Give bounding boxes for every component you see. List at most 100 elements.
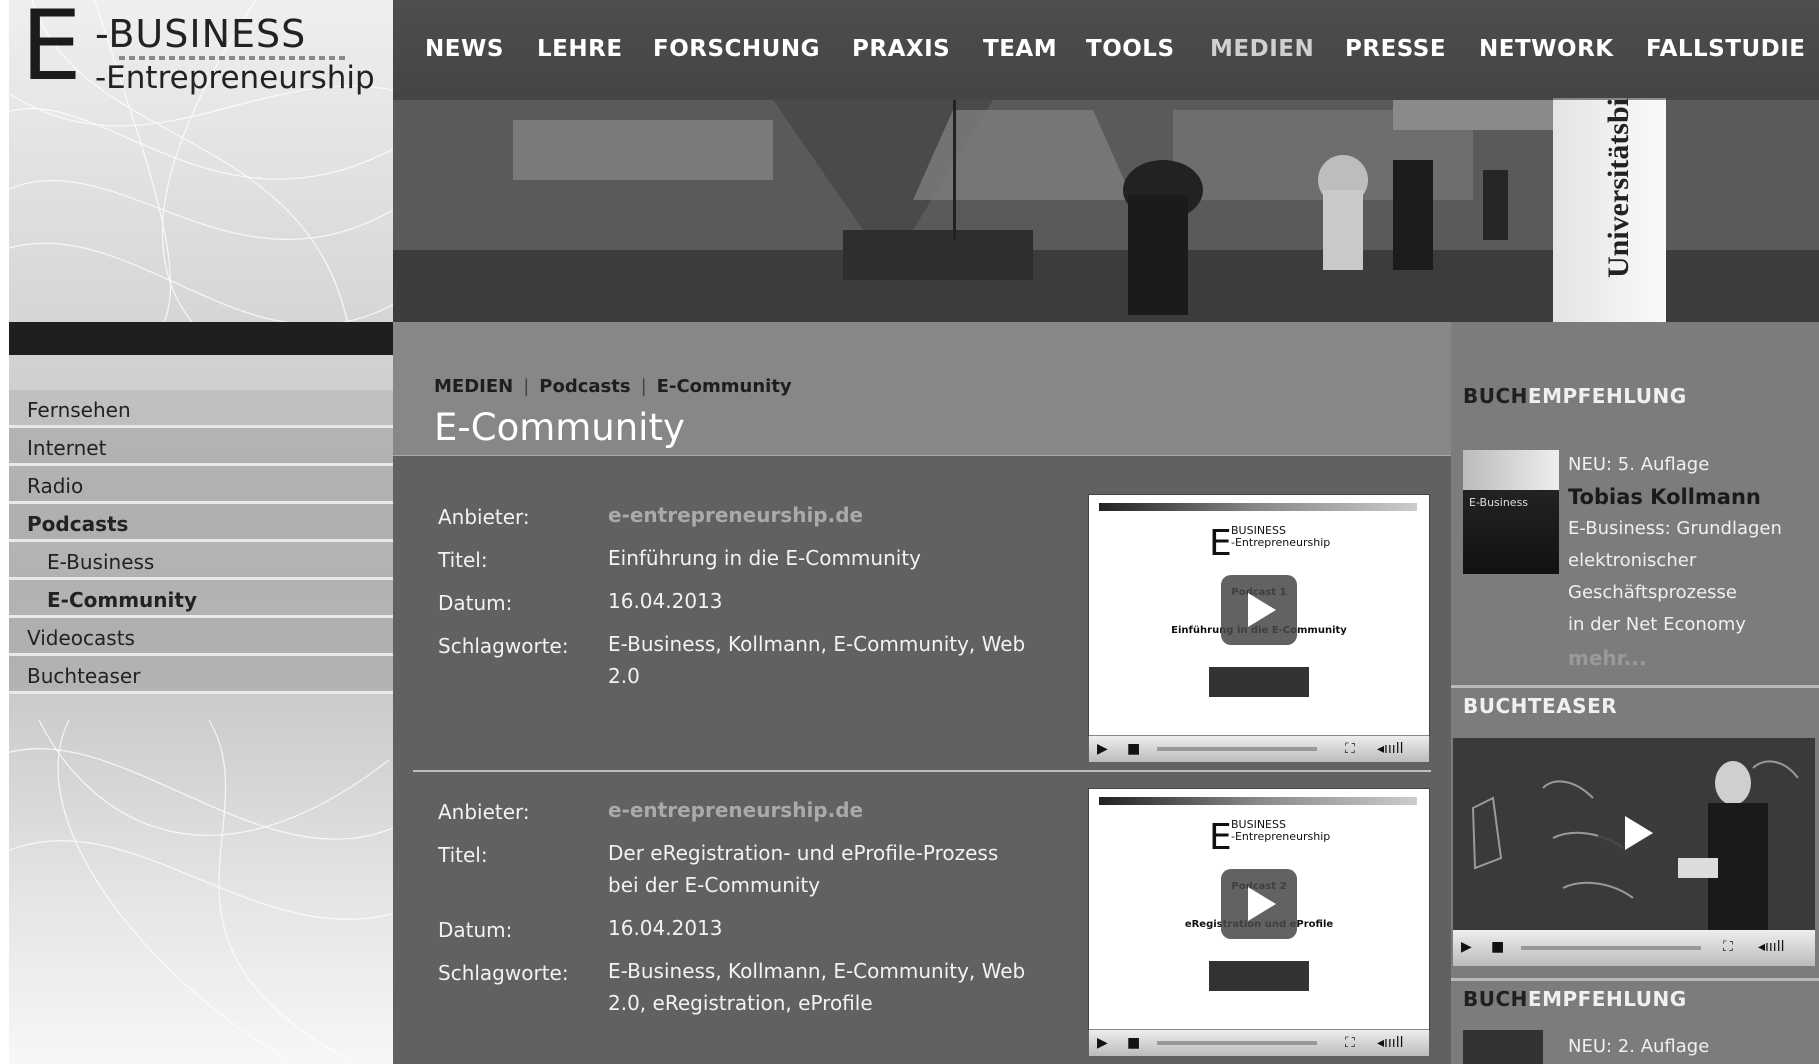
book-cover-2[interactable] <box>1463 1030 1543 1064</box>
player-1-banner <box>1099 503 1417 511</box>
play-icon[interactable] <box>1221 869 1297 939</box>
more-link[interactable]: mehr... <box>1568 646 1646 670</box>
play-icon[interactable] <box>1221 575 1297 645</box>
player-1-logo-text: BUSINESS -Entrepreneurship <box>1231 524 1331 549</box>
fullscreen-icon[interactable]: ⛶ <box>1345 741 1355 757</box>
player-1-controls: ▶ ■ ⛶ ◂ıııll <box>1089 735 1429 762</box>
label-provider: Anbieter: <box>438 505 530 529</box>
university-sign: Universitätsbibl <box>1553 73 1666 322</box>
stop-button-icon[interactable]: ■ <box>1127 741 1140 757</box>
volume-icon[interactable]: ◂ıııll <box>1377 741 1403 757</box>
book-cover-label: E-Business <box>1469 496 1529 509</box>
play-icon[interactable] <box>1598 798 1674 868</box>
player-2-controls: ▶ ■ ⛶ ◂ıııll <box>1089 1029 1429 1056</box>
nav-news[interactable]: NEWS <box>425 36 504 62</box>
book-edition: NEU: 5. Auflage <box>1568 454 1710 475</box>
nav-presse[interactable]: PRESSE <box>1345 36 1446 62</box>
nav-team[interactable]: TEAM <box>983 36 1057 62</box>
sidebar-divider <box>1451 978 1819 981</box>
player-2-screen: E BUSINESS-Entrepreneurship Podcast 2 eR… <box>1089 789 1429 1029</box>
label-title: Titel: <box>438 548 488 572</box>
entry1-tags-line2: 2.0 <box>608 664 640 688</box>
label-date: Datum: <box>438 918 513 942</box>
label-date: Datum: <box>438 591 513 615</box>
book-desc-line: E-Business: Grundlagen <box>1568 518 1782 539</box>
side-navigation: Fernsehen Internet Radio Podcasts E-Busi… <box>9 390 393 694</box>
breadcrumb: MEDIEN | Podcasts | E-Community <box>434 376 792 397</box>
volume-icon[interactable]: ◂ıııll <box>1377 1035 1403 1051</box>
breadcrumb-medien[interactable]: MEDIEN <box>434 376 513 397</box>
podcast-player-1[interactable]: E BUSINESS-Entrepreneurship Podcast 1 Ei… <box>1088 494 1430 762</box>
entry2-title-line2: bei der E-Community <box>608 873 821 897</box>
top-navigation: NEWS LEHRE FORSCHUNG PRAXIS TEAM TOOLS M… <box>393 0 1819 100</box>
breadcrumb-podcasts[interactable]: Podcasts <box>539 376 630 397</box>
entry1-provider-link[interactable]: e-entrepreneurship.de <box>608 499 863 531</box>
book-cover-top <box>1463 450 1559 490</box>
book2-edition: NEU: 2. Auflage <box>1568 1036 1710 1057</box>
player-2-tag <box>1209 961 1309 991</box>
sidenav-item-e-business[interactable]: E-Business <box>9 542 393 580</box>
entry2-provider-link[interactable]: e-entrepreneurship.de <box>608 794 863 826</box>
sidenav-item-buchteaser[interactable]: Buchteaser <box>9 656 393 694</box>
logo-line2: -Entrepreneurship <box>95 60 375 96</box>
sidenav-item-fernsehen[interactable]: Fernsehen <box>9 390 393 428</box>
sidebar-heading-buchempfehlung-2: BUCHEMPFEHLUNG <box>1463 987 1687 1011</box>
nav-lehre[interactable]: LEHRE <box>537 36 623 62</box>
sidenav-item-videocasts[interactable]: Videocasts <box>9 618 393 656</box>
volume-icon[interactable]: ◂ıııll <box>1758 939 1784 955</box>
page: E -BUSINESS -Entrepreneurship Fernsehen … <box>0 0 1819 1064</box>
player-2-logo-text: BUSINESS -Entrepreneurship <box>1231 818 1331 843</box>
buchteaser-video[interactable] <box>1453 738 1815 930</box>
play-button-icon[interactable]: ▶ <box>1097 1035 1108 1051</box>
fullscreen-icon[interactable]: ⛶ <box>1723 939 1733 955</box>
nav-fallstudie[interactable]: FALLSTUDIE <box>1646 36 1805 62</box>
nav-praxis[interactable]: PRAXIS <box>852 36 950 62</box>
entry2-tags-line2: 2.0, eRegistration, eProfile <box>608 991 873 1015</box>
entry2-tags-line1: E-Business, Kollmann, E-Community, Web <box>608 959 1026 983</box>
breadcrumb-e-community[interactable]: E-Community <box>657 376 792 397</box>
player-1-tag <box>1209 667 1309 697</box>
entry1-date: 16.04.2013 <box>608 589 723 613</box>
nav-forschung[interactable]: FORSCHUNG <box>653 36 820 62</box>
logo-line1: -BUSINESS <box>95 12 307 56</box>
buchteaser-seekbar[interactable] <box>1521 946 1701 950</box>
book-cover[interactable]: E-Business <box>1463 450 1559 574</box>
label-provider: Anbieter: <box>438 800 530 824</box>
entry1-tags-line1: E-Business, Kollmann, E-Community, Web <box>608 632 1026 656</box>
nav-network[interactable]: NETWORK <box>1479 36 1614 62</box>
breadcrumb-separator: | <box>523 376 530 397</box>
entry2-date: 16.04.2013 <box>608 916 723 940</box>
sidebar-divider <box>1451 685 1819 688</box>
entry2-title-line1: Der eRegistration- und eProfile-Prozess <box>608 841 999 865</box>
sidebar-heading-buchempfehlung: BUCHEMPFEHLUNG <box>1463 384 1687 408</box>
player-1-screen: E BUSINESS-Entrepreneurship Podcast 1 Ei… <box>1089 495 1429 735</box>
sidenav-item-podcasts[interactable]: Podcasts <box>9 504 393 542</box>
play-button-icon[interactable]: ▶ <box>1461 939 1472 955</box>
buchteaser-video-controls: ▶ ■ ⛶ ◂ıııll <box>1453 930 1815 966</box>
label-tags: Schlagworte: <box>438 961 569 985</box>
sidenav-item-internet[interactable]: Internet <box>9 428 393 466</box>
label-title: Titel: <box>438 843 488 867</box>
sign-text: Universitätsbibl <box>1602 98 1635 278</box>
site-logo[interactable]: E -BUSINESS -Entrepreneurship <box>21 0 393 100</box>
player-1-seekbar[interactable] <box>1157 747 1317 751</box>
stop-button-icon[interactable]: ■ <box>1491 939 1504 955</box>
player-2-logo-letter: E <box>1209 817 1232 858</box>
entry1-title: Einführung in die E-Community <box>608 546 921 570</box>
player-2-banner <box>1099 797 1417 805</box>
nav-tools[interactable]: TOOLS <box>1086 36 1175 62</box>
podcast-player-2[interactable]: E BUSINESS-Entrepreneurship Podcast 2 eR… <box>1088 788 1430 1056</box>
book-desc-line: elektronischer <box>1568 550 1697 571</box>
stop-button-icon[interactable]: ■ <box>1127 1035 1140 1051</box>
sidenav-item-radio[interactable]: Radio <box>9 466 393 504</box>
book-author: Tobias Kollmann <box>1568 485 1761 509</box>
book-desc-line: in der Net Economy <box>1568 614 1746 635</box>
left-dark-bar <box>9 322 393 355</box>
nav-medien[interactable]: MEDIEN <box>1210 36 1314 62</box>
breadcrumb-separator: | <box>640 376 647 397</box>
player-2-seekbar[interactable] <box>1157 1041 1317 1045</box>
sidebar-heading-buchteaser: BUCHTEASER <box>1463 694 1618 718</box>
sidenav-item-e-community[interactable]: E-Community <box>9 580 393 618</box>
fullscreen-icon[interactable]: ⛶ <box>1345 1035 1355 1051</box>
play-button-icon[interactable]: ▶ <box>1097 741 1108 757</box>
